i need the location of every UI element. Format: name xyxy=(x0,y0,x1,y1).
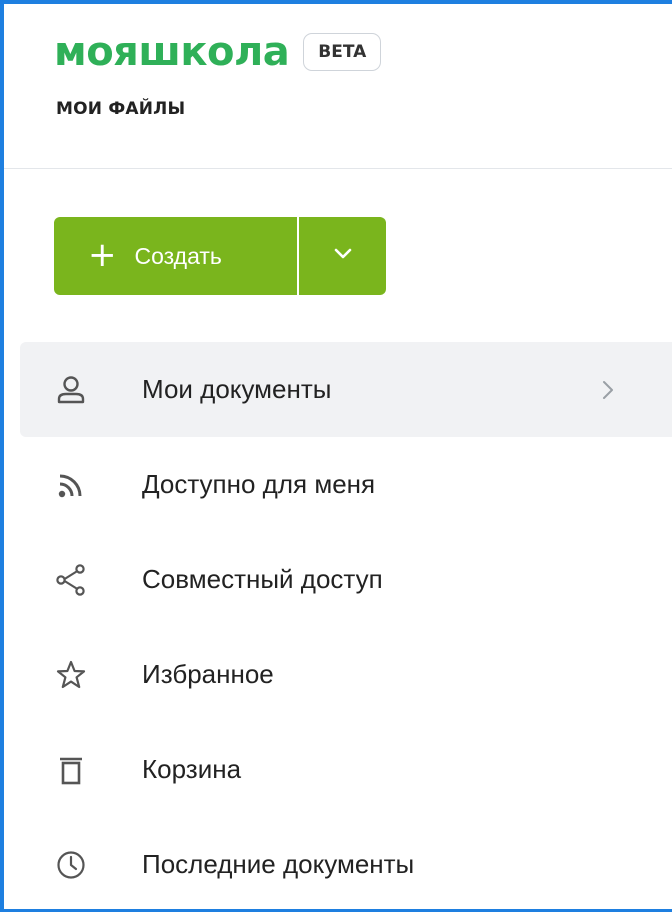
create-dropdown-button[interactable] xyxy=(299,217,386,295)
sidebar-item-label: Мои документы xyxy=(142,374,332,404)
sidebar-item-label: Последние документы xyxy=(142,849,415,879)
header: мояшкола BETA МОИ ФАЙЛЫ xyxy=(4,4,672,169)
brand-logo[interactable]: мояшкола xyxy=(54,32,290,72)
chevron-down-icon xyxy=(333,247,353,266)
app-frame: мояшкола BETA МОИ ФАЙЛЫ + Создать Мои до… xyxy=(0,0,672,912)
create-button-label: Создать xyxy=(134,242,222,269)
sidebar-item-my-documents[interactable]: Мои документы xyxy=(20,342,672,437)
share-icon xyxy=(54,563,88,597)
sidebar-item-label: Доступно для меня xyxy=(142,469,376,499)
star-icon xyxy=(54,658,88,692)
sidebar-item-favorites[interactable]: Избранное xyxy=(20,627,672,722)
clock-icon xyxy=(54,848,88,882)
sidebar-item-label: Избранное xyxy=(142,659,274,689)
sidebar-item-shared-access[interactable]: Совместный доступ xyxy=(20,532,672,627)
sidebar-item-trash[interactable]: Корзина xyxy=(20,722,672,817)
sidebar-item-shared-with-me[interactable]: Доступно для меня xyxy=(20,437,672,532)
person-icon xyxy=(54,373,88,407)
beta-badge: BETA xyxy=(303,33,382,71)
create-divider xyxy=(297,217,299,295)
create-button-group: + Создать xyxy=(54,217,386,295)
page-title: МОИ ФАЙЛЫ xyxy=(56,99,186,119)
sidebar-item-label: Корзина xyxy=(142,754,242,784)
trash-icon xyxy=(54,753,88,787)
plus-icon: + xyxy=(88,234,117,275)
create-button[interactable]: + Создать xyxy=(54,217,297,295)
brand-row: мояшкола BETA xyxy=(54,32,382,72)
sidebar-item-label: Совместный доступ xyxy=(142,564,383,594)
rss-icon xyxy=(54,468,88,502)
sidebar-nav: Мои документы Доступно для меня Совместн… xyxy=(20,342,672,909)
sidebar-item-recent[interactable]: Последние документы xyxy=(20,817,672,909)
chevron-right-icon xyxy=(598,375,618,405)
